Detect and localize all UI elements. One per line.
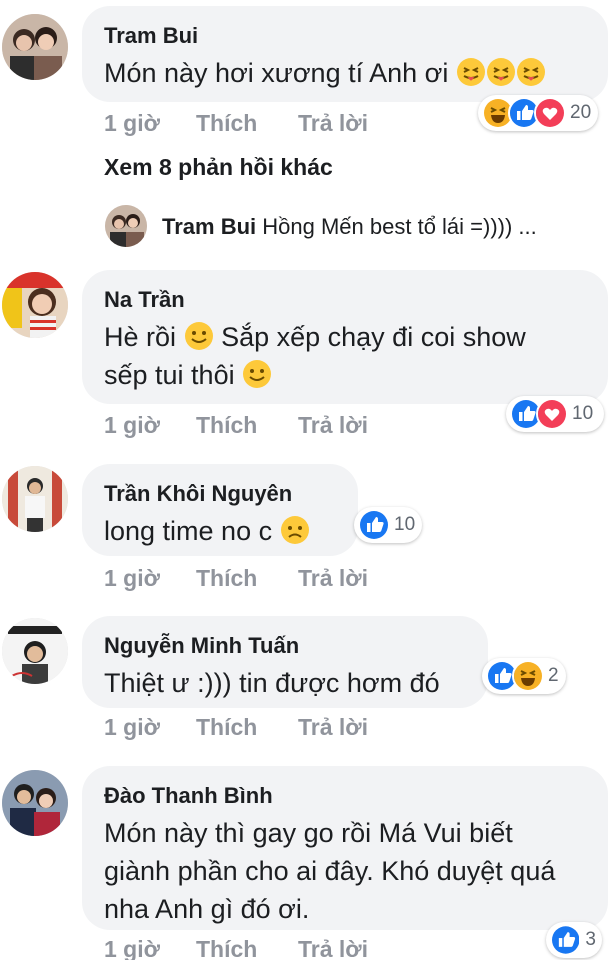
comment-time[interactable]: 1 giờ — [104, 936, 160, 960]
comment-text: Thiệt ư :))) tin được hơm đó — [104, 668, 440, 698]
reaction-count: 20 — [570, 102, 592, 123]
like-button[interactable]: Thích — [196, 714, 257, 741]
comment-time[interactable]: 1 giờ — [104, 565, 160, 592]
reply-preview[interactable]: Tram Bui Hồng Mến best tổ lái =)))) ... — [162, 214, 537, 240]
comment-time[interactable]: 1 giờ — [104, 110, 160, 137]
reply-button[interactable]: Trả lời — [298, 714, 368, 741]
avatar[interactable] — [2, 618, 68, 684]
reply-button[interactable]: Trả lời — [298, 412, 368, 439]
comment-author[interactable]: Nguyễn Minh Tuấn — [104, 632, 466, 660]
sad-emoji — [280, 515, 310, 545]
reply-button[interactable]: Trả lời — [298, 936, 368, 960]
reaction-count: 2 — [548, 665, 559, 686]
reaction-summary[interactable]: 10 — [354, 507, 422, 543]
reaction-count: 3 — [585, 929, 596, 950]
view-more-replies[interactable]: Xem 8 phản hồi khác — [104, 154, 333, 181]
comment-actions: 1 giờ Thích Trả lời — [104, 936, 404, 960]
comment-actions: 1 giờ Thích Trả lời — [104, 565, 404, 593]
comment-bubble: Na Trần Hè rồi Sắp xếp chạy đi coi show … — [82, 270, 608, 404]
tongue-out-emoji — [456, 57, 486, 87]
reply-button[interactable]: Trả lời — [298, 110, 368, 137]
comment-actions: 1 giờ Thích Trả lời — [104, 714, 404, 742]
avatar[interactable] — [2, 466, 68, 532]
reaction-count: 10 — [394, 514, 416, 535]
reply-button[interactable]: Trả lời — [298, 565, 368, 592]
comment-actions: 1 giờ Thích Trả lời — [104, 110, 404, 138]
haha-icon — [512, 660, 544, 692]
like-button[interactable]: Thích — [196, 936, 257, 960]
comment-thread: Tram Bui Món này hơi xương tí Anh ơi 20 … — [0, 0, 611, 960]
comment-author[interactable]: Đào Thanh Bình — [104, 782, 586, 810]
comment-text: Hè rồi Sắp xếp chạy đi coi show sếp tui … — [104, 321, 526, 390]
reply-author[interactable]: Tram Bui — [162, 214, 256, 239]
like-button[interactable]: Thích — [196, 565, 257, 592]
smile-emoji — [184, 321, 214, 351]
like-icon — [358, 509, 390, 541]
like-button[interactable]: Thích — [196, 412, 257, 439]
avatar[interactable] — [2, 14, 68, 80]
comment-actions: 1 giờ Thích Trả lời — [104, 412, 404, 440]
reaction-summary[interactable]: 10 — [506, 396, 604, 432]
comment-time[interactable]: 1 giờ — [104, 714, 160, 741]
reply-text: Hồng Mến best tổ lái =)))) ... — [262, 214, 537, 239]
comment-text: Món này thì gay go rồi Má Vui biết giành… — [104, 818, 556, 924]
smile-emoji — [242, 359, 272, 389]
comment-time[interactable]: 1 giờ — [104, 412, 160, 439]
reaction-count: 10 — [572, 403, 594, 424]
like-icon — [550, 924, 582, 956]
comment-text: long time no c — [104, 512, 336, 550]
avatar[interactable] — [2, 272, 68, 338]
tongue-out-emoji — [516, 57, 546, 87]
comment-bubble: Đào Thanh Bình Món này thì gay go rồi Má… — [82, 766, 608, 930]
reaction-summary[interactable]: 3 — [546, 922, 602, 958]
love-icon — [534, 97, 566, 129]
comment-text: Món này hơi xương tí Anh ơi — [104, 54, 586, 92]
reaction-summary[interactable]: 2 — [482, 658, 566, 694]
love-icon — [536, 398, 568, 430]
comment-bubble: Nguyễn Minh Tuấn Thiệt ư :))) tin được h… — [82, 616, 488, 708]
comment-bubble: Trần Khôi Nguyên long time no c — [82, 464, 358, 556]
reaction-summary[interactable]: 20 — [478, 95, 598, 131]
comment-author[interactable]: Na Trần — [104, 286, 586, 314]
reply-avatar[interactable] — [105, 205, 147, 247]
like-button[interactable]: Thích — [196, 110, 257, 137]
comment-bubble: Tram Bui Món này hơi xương tí Anh ơi — [82, 6, 608, 102]
avatar[interactable] — [2, 770, 68, 836]
comment-author[interactable]: Tram Bui — [104, 22, 586, 50]
tongue-out-emoji — [486, 57, 516, 87]
comment-author[interactable]: Trần Khôi Nguyên — [104, 480, 336, 508]
